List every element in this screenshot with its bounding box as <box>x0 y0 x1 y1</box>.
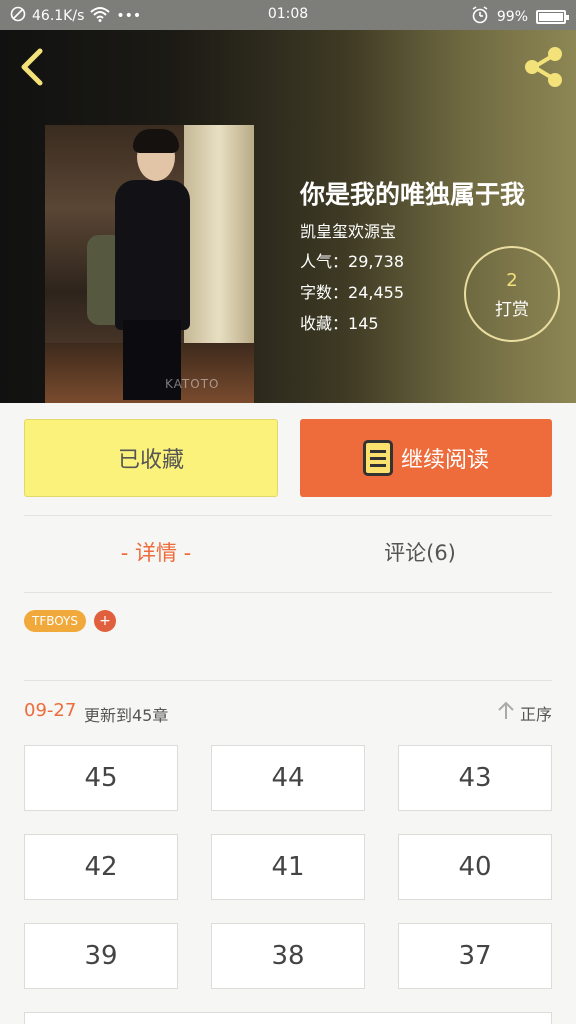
book-hero: KATOTO 你是我的唯独属于我 凯皇玺欢源宝 人气：29,738 字数：24,… <box>0 30 576 403</box>
chapter-item[interactable]: 43 <box>398 745 552 811</box>
favorites-label: 收藏： <box>300 314 349 333</box>
chapter-row-partial <box>24 1012 552 1024</box>
tip-count: 2 <box>506 270 518 291</box>
alarm-icon <box>471 6 489 28</box>
back-button[interactable] <box>14 45 54 89</box>
cover-person <box>115 180 190 330</box>
divider <box>24 592 552 593</box>
battery-fill <box>539 13 563 21</box>
status-bar: 46.1K/s ••• 01:08 99% <box>0 0 576 30</box>
book-icon <box>362 440 393 476</box>
add-tag-button[interactable]: + <box>94 610 116 632</box>
book-cover[interactable]: KATOTO <box>45 125 254 403</box>
continue-reading-button[interactable]: 继续阅读 <box>300 419 552 497</box>
book-title: 你是我的唯独属于我 <box>300 180 526 209</box>
chapter-item[interactable]: 45 <box>24 745 178 811</box>
share-button[interactable] <box>520 45 566 89</box>
tip-label: 打赏 <box>495 300 529 320</box>
popularity-row: 人气：29,738 <box>300 248 404 272</box>
clock: 01:08 <box>267 6 309 22</box>
chapter-item[interactable]: 37 <box>398 923 552 989</box>
divider <box>24 680 552 681</box>
popularity-value: 29,738 <box>348 252 404 271</box>
chapter-item[interactable]: 38 <box>211 923 365 989</box>
chapter-item[interactable]: 40 <box>398 834 552 900</box>
sort-button[interactable]: 正序 <box>496 700 552 725</box>
chapter-item[interactable]: 44 <box>211 745 365 811</box>
update-text: 更新到45章 <box>84 706 169 725</box>
tab-comments[interactable]: 评论(6) <box>288 530 552 576</box>
chapter-item[interactable]: 41 <box>211 834 365 900</box>
cover-watermark: KATOTO <box>165 377 220 391</box>
favorites-value: 145 <box>348 314 379 333</box>
tab-detail[interactable]: - 详情 - <box>24 530 288 576</box>
favorites-row: 收藏：145 <box>300 310 379 334</box>
tag-tfboys[interactable]: TFBOYS <box>24 610 86 632</box>
battery-percent: 99% <box>496 9 528 25</box>
arrow-up-icon <box>496 700 516 725</box>
divider <box>24 515 552 516</box>
popularity-label: 人气： <box>300 252 349 271</box>
word-count-row: 字数：24,455 <box>300 279 404 303</box>
chevron-left-icon <box>21 48 43 86</box>
battery-icon <box>536 10 569 24</box>
collect-label: 已收藏 <box>117 448 184 473</box>
cover-hair <box>133 129 179 153</box>
sort-label: 正序 <box>519 704 552 724</box>
chapter-item[interactable]: 42 <box>24 834 178 900</box>
update-date: 09-27 <box>24 700 77 721</box>
book-author[interactable]: 凯皇玺欢源宝 <box>300 218 396 242</box>
tip-button[interactable]: 2 打赏 <box>464 246 560 342</box>
chapter-item[interactable]: 39 <box>24 923 178 989</box>
word-count-label: 字数： <box>300 283 349 302</box>
continue-reading-label: 继续阅读 <box>400 448 489 473</box>
word-count-value: 24,455 <box>348 283 404 302</box>
collect-button[interactable]: 已收藏 <box>24 419 278 497</box>
share-icon <box>525 47 562 87</box>
